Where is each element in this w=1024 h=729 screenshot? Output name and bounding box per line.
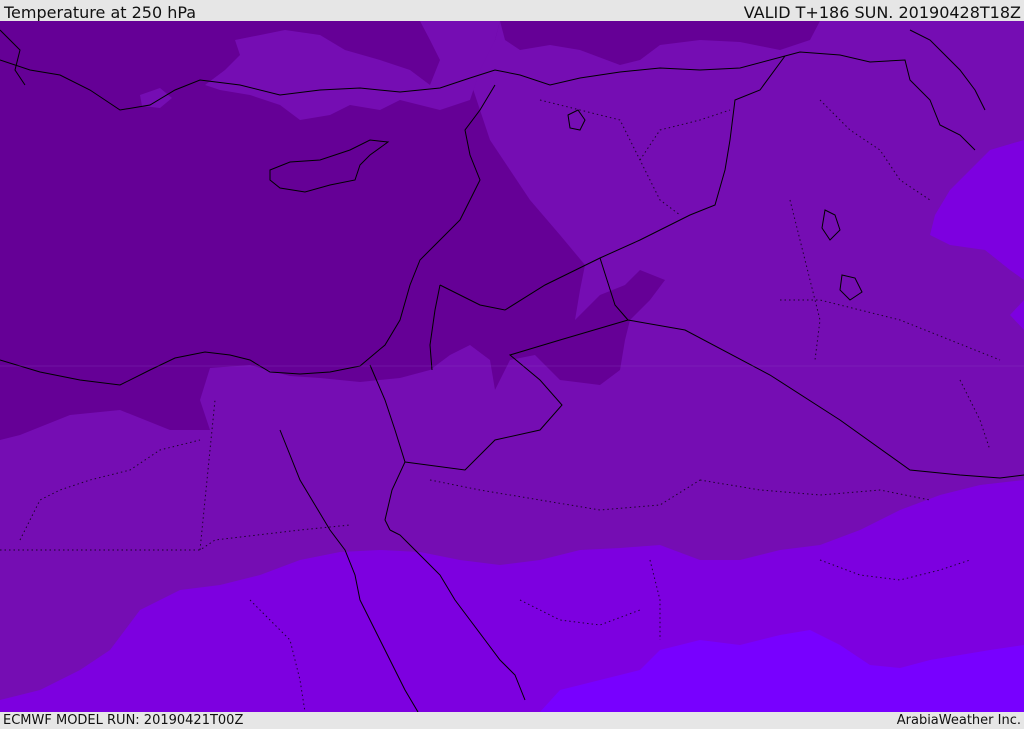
valid-time: VALID T+186 SUN. 20190428T18Z [743, 3, 1021, 22]
credit-label: ArabiaWeather Inc. [896, 713, 1021, 728]
map-title: Temperature at 250 hPa [4, 3, 197, 22]
map-canvas [0, 21, 1024, 712]
footer-bar: ECMWF MODEL RUN: 20190421T00Z ArabiaWeat… [0, 712, 1024, 729]
weather-map[interactable] [0, 21, 1024, 712]
header-bar: Temperature at 250 hPa VALID T+186 SUN. … [0, 0, 1024, 22]
model-run-label: ECMWF MODEL RUN: 20190421T00Z [3, 713, 244, 728]
